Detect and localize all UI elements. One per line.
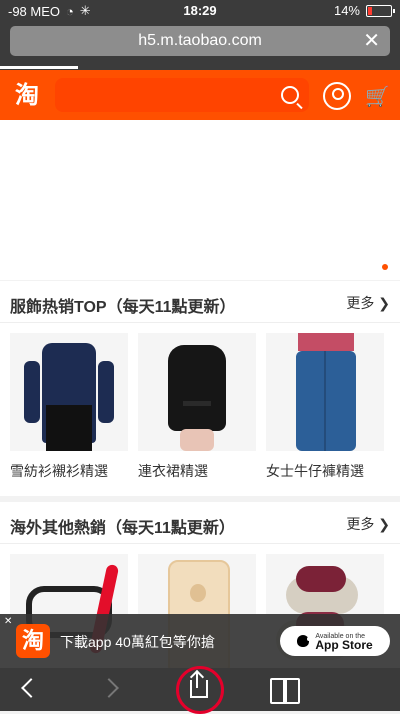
download-promo-text: 下載app 40萬紅包等你搶 — [60, 634, 215, 650]
product-name[interactable]: 雪紡衫襯衫精選 — [10, 461, 128, 481]
legs-illustration — [180, 429, 214, 451]
battery-icon — [366, 4, 395, 17]
section-overseas-hot: 海外其他熱銷（每天11點更新） 更多 ❯ — [0, 502, 400, 672]
browser-chrome: -98 MEO ◔ ✳ 18:29 14% h5.m.taobao.com ✕ — [0, 0, 400, 70]
cart-icon[interactable]: 🛒 — [365, 84, 390, 108]
slipper-illustration — [286, 566, 358, 614]
divider — [0, 543, 400, 544]
product-name[interactable]: 連衣裙精選 — [138, 461, 256, 481]
product-card[interactable]: 雪紡衫襯衫精選 — [10, 333, 128, 481]
search-icon[interactable] — [281, 86, 299, 104]
app-store-big-label: App Store — [315, 638, 373, 652]
close-icon[interactable]: ✕ — [4, 616, 12, 627]
jeans-illustration — [296, 351, 356, 451]
product-image[interactable] — [266, 333, 384, 451]
top-illustration — [298, 333, 354, 351]
product-card[interactable]: 女士牛仔褲精選 — [266, 333, 384, 481]
taobao-header: 淘 🛒 — [0, 70, 400, 120]
url-text: h5.m.taobao.com — [138, 32, 262, 49]
more-label: 更多 — [346, 295, 375, 311]
product-image[interactable] — [138, 333, 256, 451]
pants-illustration — [46, 405, 92, 451]
status-right: 14% — [333, 3, 395, 18]
carousel-indicator — [382, 264, 388, 270]
browser-toolbar — [0, 666, 400, 714]
more-link[interactable]: 更多 ❯ — [346, 293, 390, 313]
product-card[interactable]: 連衣裙精選 — [138, 333, 256, 481]
app-store-button[interactable]: Available on the App Store — [280, 626, 390, 656]
apple-icon — [297, 635, 312, 647]
product-row: 雪紡衫襯衫精選 連衣裙精選 女士牛仔褲精選 — [10, 333, 384, 481]
page-load-progress — [0, 66, 78, 69]
banner-carousel[interactable] — [0, 120, 400, 280]
close-icon[interactable]: ✕ — [363, 31, 380, 51]
section-apparel-top: 服飾热销TOP（每天11點更新） 更多 ❯ 雪紡衫襯衫精選 連衣裙精選 女士牛仔… — [0, 281, 400, 496]
dress-illustration — [168, 345, 226, 431]
status-bar: -98 MEO ◔ ✳ 18:29 14% — [0, 0, 400, 22]
share-button[interactable] — [176, 666, 224, 714]
app-store-label: Available on the App Store — [315, 632, 373, 652]
book-right-page — [283, 678, 300, 704]
forward-icon[interactable] — [100, 677, 124, 701]
more-link[interactable]: 更多 ❯ — [346, 514, 390, 534]
user-icon[interactable] — [323, 82, 351, 110]
search-input[interactable] — [55, 78, 309, 112]
chevron-right-icon: ❯ — [374, 295, 390, 311]
section-title: 服飾热销TOP（每天11點更新） — [10, 299, 236, 316]
section-title: 海外其他熱銷（每天11點更新） — [10, 520, 235, 537]
address-bar[interactable]: h5.m.taobao.com ✕ — [10, 26, 390, 56]
product-name[interactable]: 女士牛仔褲精選 — [266, 461, 384, 481]
battery-percent: 14% — [333, 3, 360, 18]
chevron-right-icon: ❯ — [374, 516, 390, 532]
more-label: 更多 — [346, 516, 375, 532]
share-icon — [190, 680, 208, 698]
bookmarks-icon[interactable] — [270, 678, 300, 704]
taobao-logo[interactable]: 淘 — [10, 80, 44, 110]
divider — [0, 322, 400, 323]
taobao-app-logo: 淘 — [16, 624, 50, 658]
back-icon[interactable] — [18, 677, 42, 701]
product-image[interactable] — [10, 333, 128, 451]
share-arrow-icon — [196, 672, 198, 688]
app-download-banner[interactable]: ✕ 淘 下載app 40萬紅包等你搶 Available on the App … — [0, 614, 400, 668]
